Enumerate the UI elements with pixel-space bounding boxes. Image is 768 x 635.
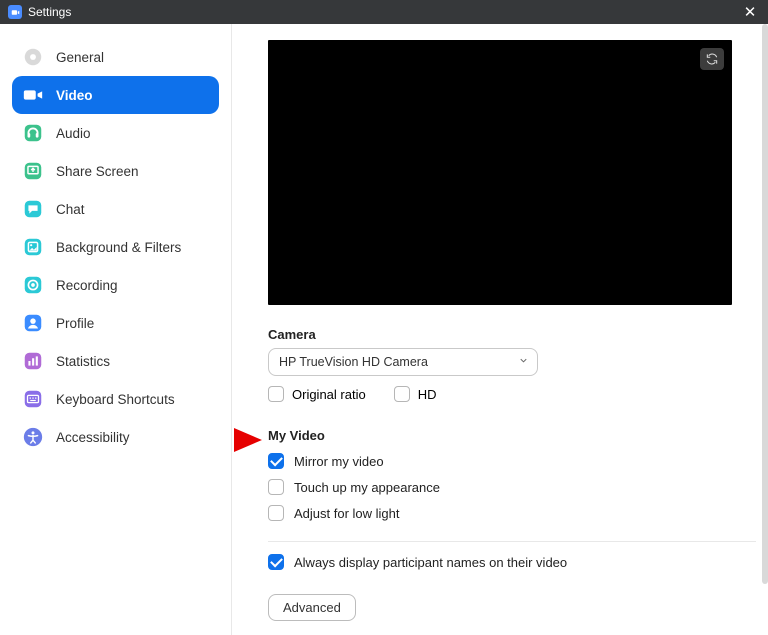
sidebar-item-accessibility[interactable]: Accessibility: [12, 418, 219, 456]
sidebar-item-label: Audio: [56, 126, 91, 141]
sidebar-item-label: Recording: [56, 278, 118, 293]
touchup-label: Touch up my appearance: [294, 480, 440, 495]
chat-icon: [22, 198, 44, 220]
camera-section-label: Camera: [268, 327, 748, 342]
accessibility-icon: [22, 426, 44, 448]
sidebar-item-recording[interactable]: Recording: [12, 266, 219, 304]
main-panel: Camera HP TrueVision HD Camera Original …: [232, 24, 768, 635]
window-title: Settings: [28, 5, 740, 19]
annotation-arrow-icon: [232, 422, 264, 458]
sidebar-item-video[interactable]: Video: [12, 76, 219, 114]
sidebar-item-background[interactable]: Background & Filters: [12, 228, 219, 266]
video-icon: [22, 84, 44, 106]
hd-label: HD: [418, 387, 437, 402]
sidebar-item-keyboard[interactable]: Keyboard Shortcuts: [12, 380, 219, 418]
titlebar: Settings ✕: [0, 0, 768, 24]
video-preview: [268, 40, 732, 305]
camera-dropdown[interactable]: HP TrueVision HD Camera: [268, 348, 538, 376]
sidebar-item-label: Accessibility: [56, 430, 130, 445]
sidebar-item-share-screen[interactable]: Share Screen: [12, 152, 219, 190]
touchup-checkbox[interactable]: [268, 479, 284, 495]
sidebar-item-profile[interactable]: Profile: [12, 304, 219, 342]
sidebar-item-label: Keyboard Shortcuts: [56, 392, 175, 407]
background-icon: [22, 236, 44, 258]
sidebar-item-label: Share Screen: [56, 164, 139, 179]
app-icon: [8, 5, 22, 19]
mirror-video-label: Mirror my video: [294, 454, 384, 469]
sidebar-item-label: Statistics: [56, 354, 110, 369]
sidebar-item-label: General: [56, 50, 104, 65]
sidebar-item-label: Chat: [56, 202, 85, 217]
display-names-label: Always display participant names on thei…: [294, 555, 567, 570]
sidebar-item-audio[interactable]: Audio: [12, 114, 219, 152]
camera-selected-value: HP TrueVision HD Camera: [279, 355, 428, 369]
sidebar-item-general[interactable]: General: [12, 38, 219, 76]
sidebar: General Video Audio Share Screen Chat: [0, 24, 232, 635]
sidebar-item-label: Background & Filters: [56, 240, 181, 255]
sidebar-item-chat[interactable]: Chat: [12, 190, 219, 228]
divider: [268, 541, 756, 542]
advanced-button[interactable]: Advanced: [268, 594, 356, 621]
audio-icon: [22, 122, 44, 144]
original-ratio-label: Original ratio: [292, 387, 366, 402]
display-names-checkbox[interactable]: [268, 554, 284, 570]
share-screen-icon: [22, 160, 44, 182]
rotate-camera-button[interactable]: [700, 48, 724, 70]
chevron-down-icon: [518, 355, 529, 369]
lowlight-checkbox[interactable]: [268, 505, 284, 521]
sidebar-item-statistics[interactable]: Statistics: [12, 342, 219, 380]
original-ratio-checkbox[interactable]: [268, 386, 284, 402]
profile-icon: [22, 312, 44, 334]
lowlight-label: Adjust for low light: [294, 506, 400, 521]
sidebar-item-label: Video: [56, 88, 93, 103]
scrollbar[interactable]: [762, 24, 768, 584]
my-video-section-label: My Video: [268, 428, 748, 443]
sidebar-item-label: Profile: [56, 316, 94, 331]
mirror-video-checkbox[interactable]: [268, 453, 284, 469]
statistics-icon: [22, 350, 44, 372]
keyboard-icon: [22, 388, 44, 410]
gear-icon: [22, 46, 44, 68]
hd-checkbox[interactable]: [394, 386, 410, 402]
close-button[interactable]: ✕: [740, 5, 760, 20]
recording-icon: [22, 274, 44, 296]
